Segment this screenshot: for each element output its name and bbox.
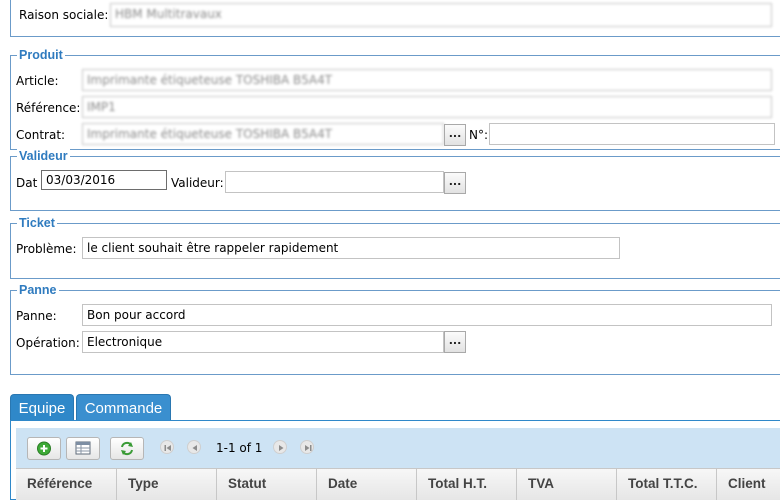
panne-legend: Panne: [17, 282, 59, 298]
col-header-tva[interactable]: TVA: [517, 468, 617, 500]
col-header-reference[interactable]: Référence: [16, 468, 117, 500]
col-header-type[interactable]: Type: [117, 468, 217, 500]
prev-page-icon[interactable]: [187, 440, 201, 454]
refresh-button[interactable]: [110, 437, 144, 460]
contrat-label: Contrat:: [16, 128, 66, 142]
tab-equipe[interactable]: Equipe: [10, 394, 74, 421]
probleme-field[interactable]: le client souhait être rappeler rapideme…: [82, 237, 620, 259]
reference-field[interactable]: IMP1: [82, 96, 772, 118]
reference-label: Référence:: [16, 101, 81, 115]
numero-label: N°:: [469, 128, 489, 142]
date-label: Dat: [16, 176, 38, 190]
contrat-browse-button[interactable]: ...: [444, 124, 466, 146]
numero-field[interactable]: [489, 123, 775, 145]
table-view-button[interactable]: [66, 437, 100, 460]
valideur-legend: Valideur: [17, 148, 70, 164]
article-label: Article:: [16, 74, 59, 88]
table-icon: [75, 441, 91, 455]
panne-label: Panne:: [16, 309, 57, 323]
operation-field[interactable]: Electronique: [82, 331, 444, 353]
first-page-icon[interactable]: [160, 440, 174, 454]
col-header-client[interactable]: Client: [717, 468, 780, 500]
pager-status: 1-1 of 1: [216, 441, 263, 455]
next-page-icon[interactable]: [273, 440, 287, 454]
last-page-icon[interactable]: [300, 440, 314, 454]
valideur-browse-button[interactable]: ...: [444, 172, 466, 194]
produit-legend: Produit: [17, 47, 65, 63]
probleme-label: Problème:: [16, 242, 77, 256]
refresh-icon: [121, 441, 133, 456]
ticket-legend: Ticket: [17, 215, 57, 231]
tab-commande[interactable]: Commande: [76, 394, 171, 421]
panne-field[interactable]: Bon pour accord: [82, 304, 772, 326]
contrat-field[interactable]: Imprimante étiqueteuse TOSHIBA B5A4T: [82, 123, 444, 145]
valideur-field[interactable]: [225, 171, 444, 193]
col-header-total-ht[interactable]: Total H.T.: [417, 468, 517, 500]
col-header-statut[interactable]: Statut: [217, 468, 317, 500]
add-circle-icon: [37, 441, 51, 456]
valideur-label: Valideur:: [171, 176, 224, 190]
add-button[interactable]: [27, 437, 61, 460]
company-label: Raison sociale:: [19, 8, 109, 22]
operation-label: Opération:: [16, 336, 80, 350]
col-header-date[interactable]: Date: [317, 468, 417, 500]
operation-browse-button[interactable]: ...: [444, 331, 466, 353]
article-field[interactable]: Imprimante étiqueteuse TOSHIBA B5A4T: [82, 69, 772, 91]
company-name-field[interactable]: HBM Multitravaux: [110, 3, 772, 27]
col-header-total-ttc[interactable]: Total T.T.C.: [617, 468, 717, 500]
date-field[interactable]: 03/03/2016: [41, 170, 167, 190]
